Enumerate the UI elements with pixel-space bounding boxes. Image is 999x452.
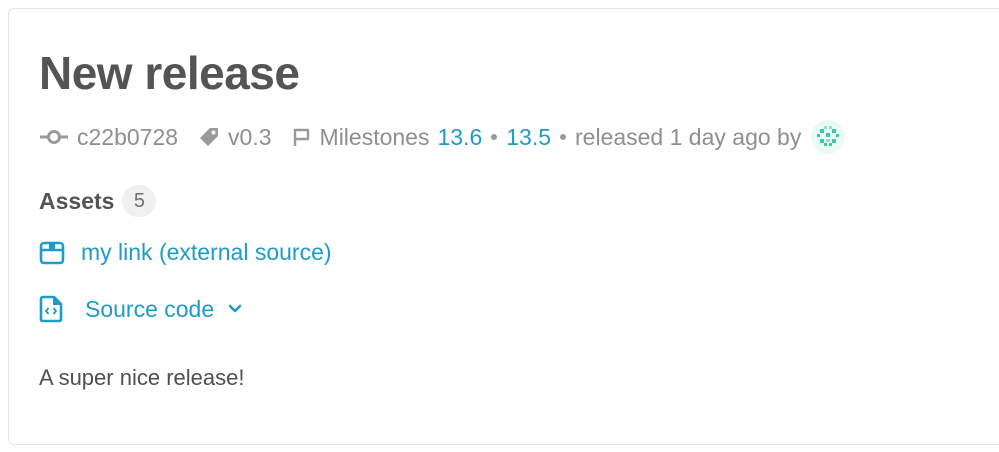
separator-dot <box>491 134 498 140</box>
release-card: New release c22b0728 v0.3 Milestones 13.… <box>8 8 999 445</box>
milestone-link[interactable]: 13.5 <box>506 124 551 151</box>
avatar[interactable] <box>811 120 846 154</box>
release-description: A super nice release! <box>39 365 245 390</box>
flag-icon <box>292 127 312 147</box>
milestones-label: Milestones <box>319 123 430 150</box>
doc-code-icon <box>39 295 69 323</box>
commit-sha[interactable]: c22b0728 <box>77 124 178 151</box>
asset-link-external[interactable]: my link (external source) <box>39 239 332 266</box>
chevron-down-icon[interactable] <box>228 304 242 314</box>
released-text: released 1 day ago by <box>575 123 802 150</box>
source-code-dropdown[interactable]: Source code <box>39 295 242 323</box>
separator-dot <box>560 134 566 140</box>
assets-label: Assets <box>39 187 115 214</box>
tag-icon <box>198 126 220 148</box>
assets-heading: Assets 5 <box>39 185 157 217</box>
commit-icon <box>39 129 69 145</box>
asset-link-label[interactable]: my link (external source) <box>81 239 332 266</box>
milestone-link[interactable]: 13.6 <box>437 124 482 151</box>
package-icon <box>39 240 69 266</box>
source-code-label[interactable]: Source code <box>85 296 214 323</box>
tag-name[interactable]: v0.3 <box>228 124 271 151</box>
assets-count-badge: 5 <box>122 185 157 217</box>
release-meta: c22b0728 v0.3 Milestones 13.6 13.5 relea… <box>39 117 846 157</box>
release-title: New release <box>39 47 300 99</box>
